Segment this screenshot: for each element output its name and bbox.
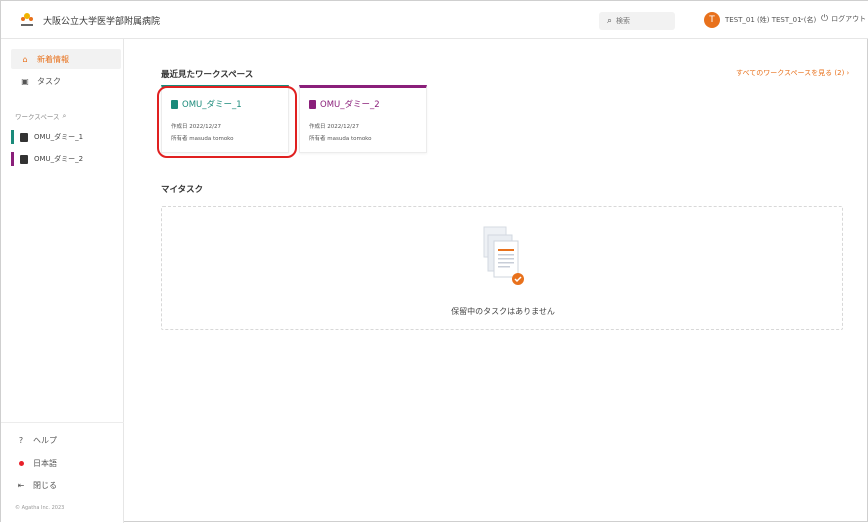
sidebar-workspace-2[interactable]: OMU_ダミー_2: [11, 151, 121, 167]
workspace-card-title-label: OMU_ダミー_2: [320, 100, 380, 110]
organization-name[interactable]: 大阪公立大学医学部附属病院: [43, 14, 160, 27]
empty-tasks-illustration-icon: [483, 226, 524, 285]
workspace-card-title: OMU_ダミー_2: [309, 98, 380, 110]
main-content: 最近見たワークスペース すべてのワークスペースを見る (2) › OMU_ダミー…: [125, 39, 868, 523]
search-input[interactable]: [616, 17, 667, 25]
workspace-heading: ワークスペース ⌕: [15, 111, 67, 122]
recent-workspaces-title: 最近見たワークスペース: [161, 70, 254, 80]
sidebar-workspace-1[interactable]: OMU_ダミー_1: [11, 129, 121, 145]
book-icon: [309, 99, 316, 109]
my-tasks-area: 保留中のタスクはありません: [161, 206, 843, 330]
logout-label: ログアウト: [831, 15, 867, 23]
language-selector[interactable]: 日本語: [15, 458, 57, 469]
selection-highlight: [157, 86, 297, 158]
workspace-created-date: 作成日 2022/12/27: [309, 124, 359, 130]
copyright-text: © Agatha Inc. 2023: [15, 505, 65, 511]
empty-tasks-message: 保留中のタスクはありません: [451, 307, 555, 316]
workspace-heading-label: ワークスペース: [15, 113, 60, 121]
help-label: ヘルプ: [33, 436, 57, 445]
top-header: 大阪公立大学医学部附属病院 ⌕ T TEST_01 (姓) TEST_01 (名…: [1, 1, 868, 39]
power-icon: ⏻: [821, 14, 829, 24]
app-window: 大阪公立大学医学部附属病院 ⌕ T TEST_01 (姓) TEST_01 (名…: [0, 0, 868, 523]
question-icon: ?: [18, 436, 24, 445]
chevron-down-icon[interactable]: ⌄: [799, 14, 805, 22]
see-all-workspaces-link[interactable]: すべてのワークスペースを見る (2) ›: [736, 68, 849, 78]
logout-button[interactable]: ⏻ ログアウト: [821, 14, 866, 24]
workspace-color-bar: [11, 152, 14, 166]
calendar-icon: ▣: [21, 76, 29, 86]
sidebar-item-label: 新着情報: [37, 54, 69, 64]
close-label: 閉じる: [33, 481, 57, 490]
japan-flag-icon: [15, 459, 27, 468]
workspace-label: OMU_ダミー_1: [34, 133, 84, 141]
workspace-color-bar: [11, 130, 14, 144]
workspace-card-2[interactable]: OMU_ダミー_2 作成日 2022/12/27 所有者 masuda tomo…: [299, 85, 427, 153]
close-sidebar-button[interactable]: ⇤ 閉じる: [15, 480, 57, 491]
my-tasks-title: マイタスク: [161, 185, 204, 195]
collapse-left-icon: ⇤: [17, 481, 25, 490]
sidebar: ⌂ 新着情報 ▣ タスク ワークスペース ⌕ OMU_ダミー_1 OMU_ダミー…: [1, 39, 124, 523]
hospital-logo-icon: [21, 13, 33, 26]
home-icon: ⌂: [22, 54, 28, 64]
search-icon: ⌕: [607, 16, 613, 26]
search-box[interactable]: ⌕: [599, 12, 675, 30]
language-label: 日本語: [33, 459, 57, 468]
workspace-owner: 所有者 masuda tomoko: [309, 136, 372, 142]
sidebar-item-news[interactable]: ⌂ 新着情報: [11, 49, 121, 69]
sidebar-divider: [1, 422, 124, 423]
book-icon: [20, 154, 28, 164]
sidebar-item-tasks[interactable]: ▣ タスク: [11, 71, 121, 91]
help-link[interactable]: ? ヘルプ: [15, 435, 57, 446]
workspace-label: OMU_ダミー_2: [34, 155, 84, 163]
search-icon[interactable]: ⌕: [63, 112, 67, 121]
user-avatar[interactable]: T: [704, 12, 720, 28]
book-icon: [20, 132, 28, 142]
sidebar-item-label: タスク: [37, 76, 61, 86]
